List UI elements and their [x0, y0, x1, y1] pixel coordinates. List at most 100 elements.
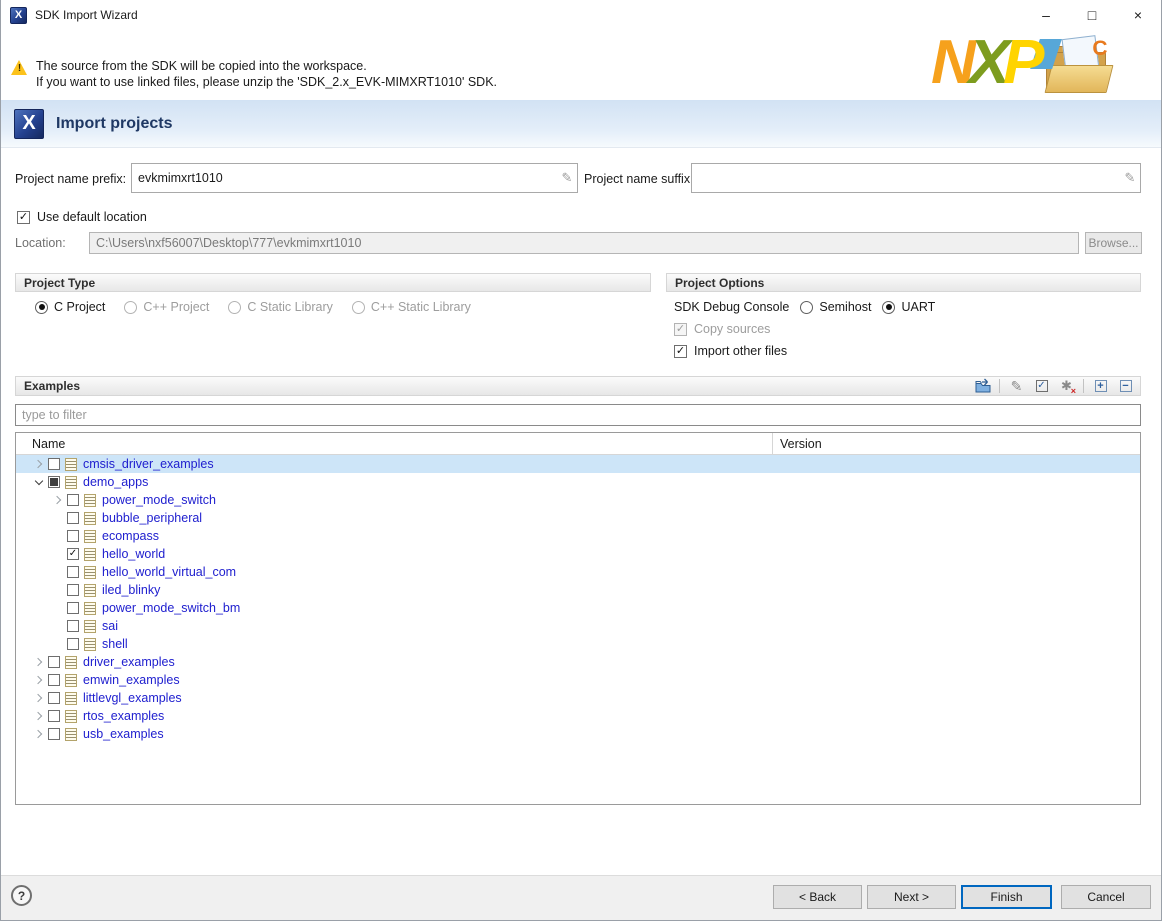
tree-item-label[interactable]: usb_examples — [83, 727, 164, 741]
tree-item-checkbox[interactable] — [48, 710, 60, 722]
tree-row[interactable]: ecompass — [16, 527, 1140, 545]
expand-arrow-icon[interactable] — [49, 491, 67, 509]
tree-item-label[interactable]: demo_apps — [83, 475, 148, 489]
deselect-all-icon[interactable]: ✱ × — [1058, 378, 1075, 394]
collapse-arrow-icon[interactable] — [30, 473, 48, 491]
tree-item-checkbox[interactable] — [48, 458, 60, 470]
tree-row[interactable]: usb_examples — [16, 725, 1140, 743]
tree-item-checkbox[interactable] — [67, 494, 79, 506]
tree-item-checkbox[interactable] — [48, 656, 60, 668]
tree-item-label[interactable]: littlevgl_examples — [83, 691, 182, 705]
tree-row[interactable]: iled_blinky — [16, 581, 1140, 599]
import-other-files-label[interactable]: Import other files — [694, 344, 787, 358]
maximize-button[interactable]: □ — [1069, 0, 1115, 30]
use-default-location-label[interactable]: Use default location — [37, 210, 147, 224]
tree-item-label[interactable]: shell — [102, 637, 128, 651]
clear-selection-icon[interactable]: ✎ — [1008, 378, 1025, 394]
tree-item-checkbox[interactable] — [48, 728, 60, 740]
expand-arrow-icon[interactable] — [30, 653, 48, 671]
example-category-icon — [65, 656, 77, 669]
tree-item-checkbox[interactable] — [48, 476, 60, 488]
cancel-button[interactable]: Cancel — [1061, 885, 1151, 909]
tree-row[interactable]: demo_apps — [16, 473, 1140, 491]
clear-prefix-icon[interactable]: ✎ — [557, 170, 577, 186]
close-button[interactable]: × — [1115, 0, 1161, 30]
tree-item-label[interactable]: iled_blinky — [102, 583, 160, 597]
tree-item-checkbox[interactable] — [48, 692, 60, 704]
tree-item-label[interactable]: cmsis_driver_examples — [83, 457, 214, 471]
tree-row[interactable]: shell — [16, 635, 1140, 653]
use-default-location-checkbox[interactable]: ✓ — [17, 211, 30, 224]
column-header-name[interactable]: Name — [16, 437, 65, 451]
tree-row[interactable]: sai — [16, 617, 1140, 635]
expand-all-icon[interactable]: + — [1092, 378, 1109, 394]
collapse-all-icon[interactable]: − — [1117, 378, 1134, 394]
tree-item-checkbox[interactable]: ✓ — [67, 548, 79, 560]
column-divider[interactable] — [772, 433, 773, 454]
tree-item-label[interactable]: driver_examples — [83, 655, 175, 669]
tree-row[interactable]: ✓ hello_world — [16, 545, 1140, 563]
radio-label: C++ Static Library — [371, 300, 471, 314]
tree-item-checkbox[interactable] — [67, 584, 79, 596]
expand-arrow-icon[interactable] — [30, 671, 48, 689]
expand-arrow-icon[interactable] — [30, 707, 48, 725]
example-category-icon — [84, 494, 96, 507]
minimize-button[interactable]: – — [1023, 0, 1069, 30]
tree-item-label[interactable]: rtos_examples — [83, 709, 164, 723]
plus-box-icon: + — [1095, 380, 1107, 392]
tree-row[interactable]: cmsis_driver_examples — [16, 455, 1140, 473]
column-header-version[interactable]: Version — [780, 437, 822, 451]
help-button[interactable]: ? — [11, 885, 32, 906]
project-type-title: Project Type — [24, 276, 95, 290]
back-button[interactable]: < Back — [773, 885, 862, 909]
tree-item-checkbox[interactable] — [67, 512, 79, 524]
tree-item-label[interactable]: power_mode_switch — [102, 493, 216, 507]
tree-row[interactable]: driver_examples — [16, 653, 1140, 671]
tree-row[interactable]: bubble_peripheral — [16, 509, 1140, 527]
tree-item-checkbox[interactable] — [67, 602, 79, 614]
tree-row[interactable]: hello_world_virtual_com — [16, 563, 1140, 581]
radio-uart[interactable]: UART — [882, 300, 935, 314]
tree-item-checkbox[interactable] — [67, 620, 79, 632]
import-sdk-examples-icon[interactable] — [974, 378, 991, 394]
radio-cpp-project: C++ Project — [124, 300, 209, 314]
tree-item-checkbox[interactable] — [67, 530, 79, 542]
import-other-files-checkbox[interactable]: ✓ — [674, 345, 687, 358]
radio-icon — [35, 301, 48, 314]
tree-item-checkbox[interactable] — [67, 638, 79, 650]
radio-semihost[interactable]: Semihost — [800, 300, 871, 314]
tree-row[interactable]: littlevgl_examples — [16, 689, 1140, 707]
tree-item-label[interactable]: sai — [102, 619, 118, 633]
expand-arrow-icon[interactable] — [30, 455, 48, 473]
tree-item-label[interactable]: emwin_examples — [83, 673, 180, 687]
tree-row[interactable]: power_mode_switch_bm — [16, 599, 1140, 617]
tree-row[interactable]: rtos_examples — [16, 707, 1140, 725]
radio-label: C Static Library — [247, 300, 332, 314]
next-button[interactable]: Next > — [867, 885, 956, 909]
expand-arrow-icon[interactable] — [30, 689, 48, 707]
brand-area: N X P C — [931, 33, 1155, 97]
example-category-icon — [84, 620, 96, 633]
tree-row[interactable]: emwin_examples — [16, 671, 1140, 689]
tree-item-label[interactable]: ecompass — [102, 529, 159, 543]
checked-box-icon: ✓ — [1036, 380, 1048, 392]
tree-item-checkbox[interactable] — [48, 674, 60, 686]
prefix-input[interactable] — [132, 164, 557, 192]
tree-arrow-placeholder — [49, 599, 67, 617]
tree-item-label[interactable]: bubble_peripheral — [102, 511, 202, 525]
tree-row[interactable]: power_mode_switch — [16, 491, 1140, 509]
tree-item-label[interactable]: hello_world — [102, 547, 165, 561]
tree-item-checkbox[interactable] — [67, 566, 79, 578]
help-icon: ? — [18, 889, 25, 903]
radio-c-project[interactable]: C Project — [35, 300, 105, 314]
clear-suffix-icon[interactable]: ✎ — [1120, 170, 1140, 186]
tree-item-label[interactable]: hello_world_virtual_com — [102, 565, 236, 579]
suffix-input[interactable] — [692, 164, 1120, 192]
prefix-label: Project name prefix: — [15, 172, 126, 186]
tree-item-label[interactable]: power_mode_switch_bm — [102, 601, 240, 615]
red-x-icon: × — [1071, 386, 1076, 396]
select-all-icon[interactable]: ✓ — [1033, 378, 1050, 394]
expand-arrow-icon[interactable] — [30, 725, 48, 743]
finish-button[interactable]: Finish — [961, 885, 1052, 909]
examples-filter-input[interactable] — [15, 404, 1141, 426]
